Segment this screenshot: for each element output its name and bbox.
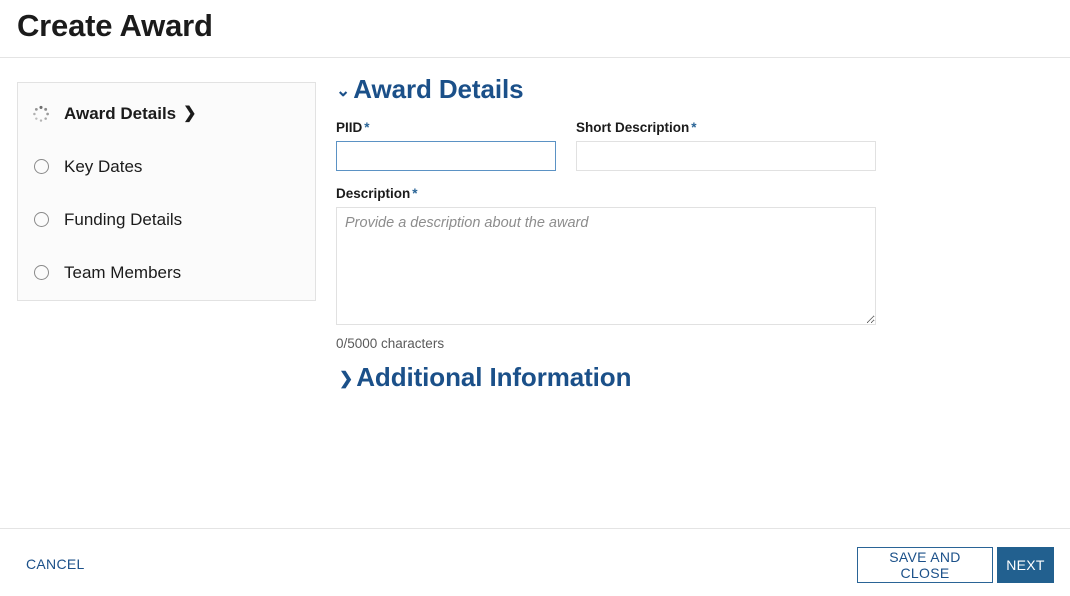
step-navigation-sidebar: Award Details ❯ Key Dates Funding Detail… — [17, 82, 316, 301]
chevron-right-icon: ❯ — [339, 369, 354, 388]
next-button[interactable]: NEXT — [997, 547, 1054, 583]
sidebar-item-funding-details[interactable]: Funding Details — [18, 193, 317, 246]
piid-label: PIID * — [336, 120, 556, 135]
sidebar-item-label: Funding Details — [64, 209, 183, 229]
sidebar-item-label: Key Dates — [64, 156, 143, 176]
required-marker: * — [691, 120, 697, 135]
create-award-page: Create Award Award Details ❯ Key Dates F… — [0, 0, 1070, 596]
description-character-count: 0/5000 characters — [336, 336, 445, 351]
piid-label-text: PIID — [336, 120, 363, 135]
description-label: Description * — [336, 186, 876, 201]
additional-information-section-header[interactable]: ❯ Additional Information — [339, 364, 631, 390]
sidebar-item-team-members[interactable]: Team Members — [18, 246, 317, 299]
short-description-label-text: Short Description — [576, 120, 690, 135]
sidebar-item-award-details[interactable]: Award Details ❯ — [18, 87, 317, 140]
empty-circle-icon — [18, 159, 64, 174]
required-marker: * — [412, 186, 418, 201]
short-description-field-group: Short Description * — [576, 120, 876, 171]
piid-input[interactable] — [336, 141, 556, 171]
dotted-spinner-circle-icon — [18, 105, 64, 123]
sidebar-item-label: Award Details — [64, 103, 177, 123]
award-details-section-header[interactable]: ⌄ Award Details — [336, 76, 896, 102]
empty-circle-icon — [18, 265, 64, 280]
empty-circle-icon — [18, 212, 64, 227]
description-field-group: Description * — [336, 186, 876, 325]
required-marker: * — [364, 120, 370, 135]
page-header: Create Award — [0, 0, 1070, 58]
sidebar-item-label: Team Members — [64, 262, 182, 282]
save-and-close-button[interactable]: SAVE AND CLOSE — [857, 547, 993, 583]
section-title: Award Details — [353, 74, 524, 104]
short-description-label: Short Description * — [576, 120, 876, 135]
cancel-button[interactable]: CANCEL — [26, 556, 85, 572]
chevron-down-icon: ⌄ — [336, 81, 351, 100]
short-description-input[interactable] — [576, 141, 876, 171]
description-label-text: Description — [336, 186, 411, 201]
description-textarea[interactable] — [336, 207, 876, 325]
page-title: Create Award — [17, 8, 213, 43]
award-details-form: ⌄ Award Details PIID * Short Description *… — [336, 76, 896, 390]
section-title: Additional Information — [356, 362, 632, 392]
sidebar-item-key-dates[interactable]: Key Dates — [18, 140, 317, 193]
piid-field-group: PIID * — [336, 120, 556, 171]
chevron-right-icon: ❯ — [183, 104, 197, 122]
